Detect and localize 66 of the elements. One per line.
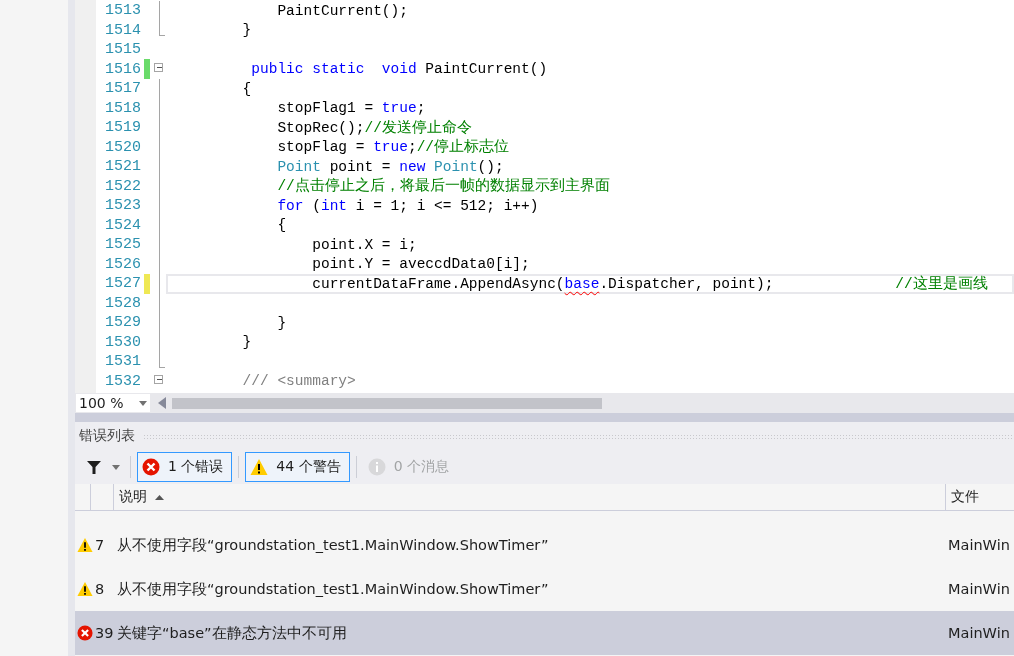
line-number: 1519 [104,119,141,137]
code-line: point.X = i; [311,235,418,255]
filter-icon [87,460,101,474]
error-icon [77,625,93,641]
info-icon [367,458,386,476]
row-code: 7 [95,537,106,553]
line-number: 1517 [104,80,141,98]
row-file: MainWin [948,625,1011,641]
filter-toggle[interactable]: 44 个警告 [245,452,350,482]
line-number: 1513 [104,2,141,20]
row-description: 从不使用字段“groundstation_test1.MainWindow.ShowTimer” [117,579,550,599]
line-number: 1526 [104,255,141,273]
line-number: 1522 [104,177,141,195]
line-number: 1518 [104,99,141,117]
warning-icon [250,458,269,476]
warning-icon [77,537,93,553]
line-number: 1515 [104,41,141,59]
code-line: PaintCurrent(); [276,1,409,21]
code-line: Point point = new Point(); [276,157,505,177]
error-row[interactable]: 7 从不使用字段“groundstation_test1.MainWindow.ShowTimer” MainWin [75,523,1014,567]
error-row[interactable]: 39 关键字“base”在静态方法中不可用 MainWin [75,611,1014,655]
line-number: 1516 [104,60,141,78]
line-number: 1530 [104,333,141,351]
column-header[interactable]: 文件 [946,484,1014,510]
code-line: } [241,21,253,41]
code-line: for (int i = 1; i <= 512; i++) [276,196,540,216]
code-line: } [241,333,253,353]
line-number: 1520 [104,138,141,156]
line-number: 1532 [104,372,141,390]
line-number: 1524 [104,216,141,234]
line-number: 1527 [104,275,141,293]
code-line: { [276,216,288,236]
error-row[interactable]: 8 从不使用字段“groundstation_test1.MainWindow.ShowTimer” MainWin [75,567,1014,611]
line-number: 1531 [104,353,141,371]
line-number: 1514 [104,21,141,39]
code-line: point.Y = aveccdData0[i]; [311,255,531,275]
line-number: 1529 [104,314,141,332]
code-line: stopFlag1 = true; [276,99,427,119]
code-line: public static void PaintCurrent() [250,60,549,80]
error-icon [142,458,160,476]
row-file: MainWin [948,581,1011,597]
column-header[interactable]: 说明 [114,484,946,510]
caret-icon [139,400,147,406]
row-description: 关键字“base”在静态方法中不可用 [117,623,348,643]
code-line: StopRec();//发送停止命令 [276,118,473,138]
line-number: 1521 [104,158,141,176]
code-line: { [241,79,253,99]
line-number: 1525 [104,236,141,254]
code-line: } [276,313,288,333]
collapse-icon[interactable] [154,375,163,385]
panel-title: 错误列表 [79,427,135,445]
zoom-dropdown[interactable]: 100 % [76,394,150,412]
row-code: 39 [95,625,115,641]
row-code: 8 [95,581,106,597]
line-number: 1528 [104,294,141,312]
code-line: //点击停止之后，将最后一帧的数据显示到主界面 [276,176,611,197]
code-line: stopFlag = true;//停止标志位 [276,137,511,158]
warning-icon [77,581,93,597]
row-description: 从不使用字段“groundstation_test1.MainWindow.ShowTimer” [117,535,550,555]
filter-toggle[interactable]: 1 个错误 [137,452,233,482]
row-file: MainWin [948,537,1011,553]
scroll-left-icon[interactable] [158,397,166,409]
caret-icon [112,464,120,470]
line-number: 1523 [104,197,141,215]
code-line: /// <summary> [241,372,357,392]
collapse-icon[interactable] [154,63,163,73]
